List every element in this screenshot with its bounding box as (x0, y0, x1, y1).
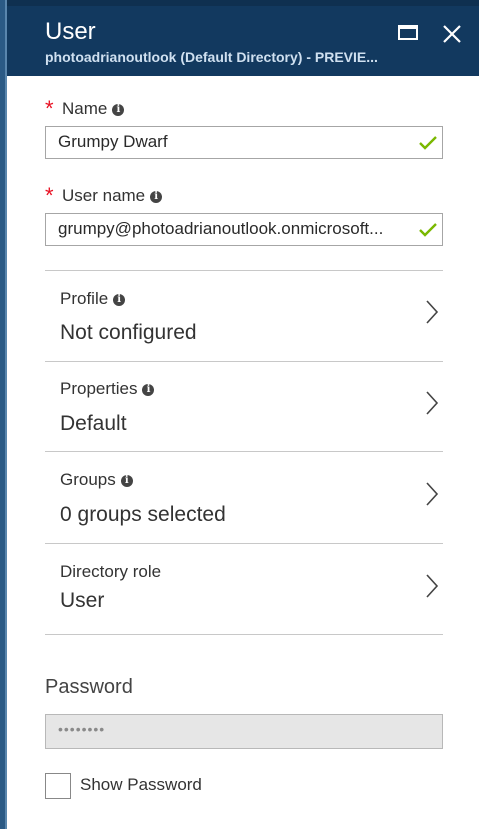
blade-edge (0, 0, 7, 829)
blade-header: User photoadrianoutlook (Default Directo… (7, 0, 479, 76)
groups-value: 0 groups selected (60, 503, 226, 526)
name-label: Name i (62, 99, 125, 119)
properties-label: Properties i (60, 379, 155, 399)
show-password-label[interactable]: Show Password (80, 775, 202, 795)
profile-row[interactable]: Profile i Not configured (45, 270, 443, 361)
info-icon[interactable]: i (113, 294, 126, 306)
name-input-value: Grumpy Dwarf (58, 132, 168, 151)
groups-label: Groups i (60, 470, 133, 490)
password-field: •••••••• (45, 714, 443, 749)
blade-content: * Name i Grumpy Dwarf * User name i grumpy… (7, 76, 479, 829)
properties-row[interactable]: Properties i Default (45, 361, 443, 451)
name-input[interactable]: Grumpy Dwarf (45, 126, 443, 159)
directory-role-value: User (60, 589, 105, 612)
info-icon[interactable]: i (142, 384, 155, 396)
groups-row[interactable]: Groups i 0 groups selected (45, 451, 443, 543)
blade-title: User (45, 18, 96, 45)
close-icon[interactable] (441, 23, 463, 45)
check-icon (419, 223, 437, 237)
show-password-checkbox[interactable] (45, 773, 71, 799)
directory-role-row[interactable]: Directory role User (45, 543, 443, 634)
username-input[interactable]: grumpy@photoadrianoutlook.onmicrosoft... (45, 213, 443, 246)
chevron-right-icon (426, 300, 439, 324)
maximize-icon[interactable] (398, 25, 418, 40)
directory-role-label: Directory role (60, 562, 162, 581)
username-input-value: grumpy@photoadrianoutlook.onmicrosoft... (58, 219, 384, 238)
password-masked-value: •••••••• (58, 721, 106, 737)
info-icon[interactable]: i (120, 475, 133, 487)
profile-label: Profile i (60, 289, 126, 309)
username-label: User name i (62, 186, 163, 206)
blade-subtitle: photoadrianoutlook (Default Directory) -… (45, 49, 378, 65)
properties-value: Default (60, 412, 127, 435)
chevron-right-icon (426, 574, 439, 598)
info-icon[interactable]: i (112, 104, 125, 116)
chevron-right-icon (426, 482, 439, 506)
password-label: Password (45, 676, 133, 698)
chevron-right-icon (426, 391, 439, 415)
profile-value: Not configured (60, 321, 197, 344)
section-divider (45, 634, 443, 635)
required-asterisk: * (45, 96, 54, 121)
check-icon (419, 136, 437, 150)
info-icon[interactable]: i (150, 191, 163, 203)
required-asterisk: * (45, 183, 54, 208)
